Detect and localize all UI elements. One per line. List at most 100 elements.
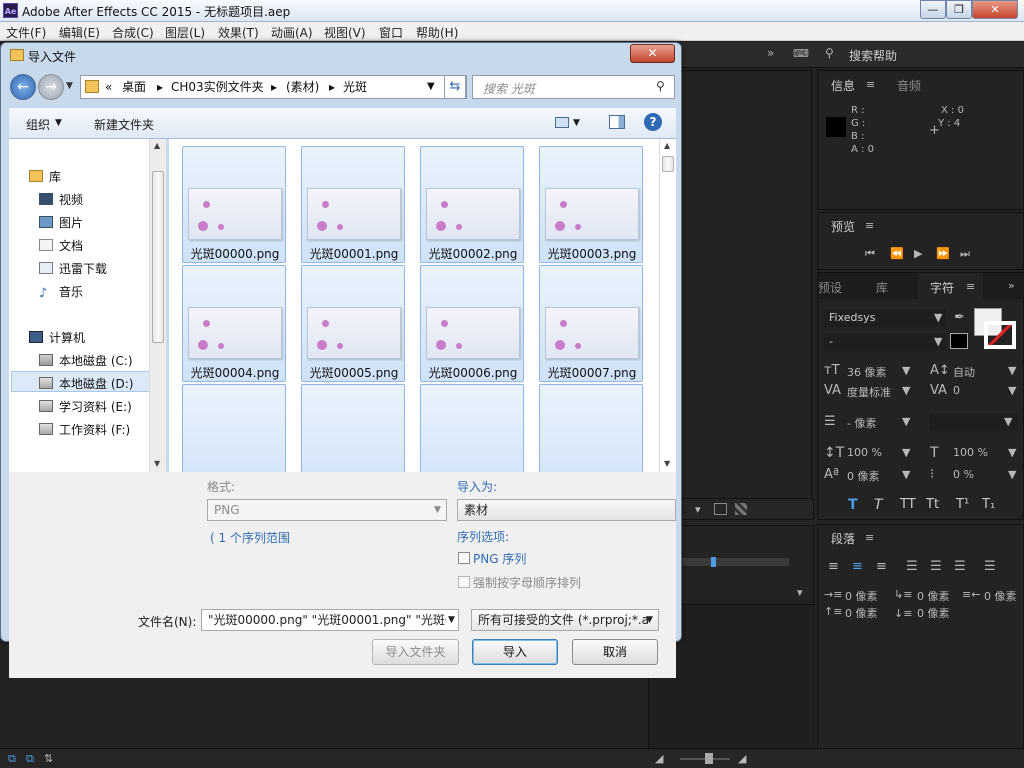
minimize-button[interactable]: — bbox=[920, 0, 946, 19]
stroke-type-select[interactable]: ▼ bbox=[930, 413, 1018, 431]
playhead[interactable] bbox=[711, 557, 716, 567]
cancel-button[interactable]: 取消 bbox=[572, 639, 658, 665]
prev-frame-icon[interactable]: ⏪ bbox=[890, 247, 904, 260]
align-left-icon[interactable]: ≡ bbox=[828, 559, 839, 574]
font-style-select[interactable]: - ▼ bbox=[824, 333, 946, 351]
file-scroll-thumb[interactable] bbox=[662, 156, 674, 172]
scroll-down-icon[interactable]: ▼ bbox=[664, 459, 670, 468]
search-input[interactable]: 搜索 光斑 ⚲ bbox=[472, 75, 675, 99]
chevron-down-icon[interactable]: ▼ bbox=[1008, 468, 1016, 481]
chevron-down-icon[interactable]: ▼ bbox=[55, 118, 62, 128]
file-item[interactable] bbox=[539, 384, 643, 472]
chevron-down-icon[interactable]: ▼ bbox=[1008, 364, 1016, 377]
breadcrumb-ch03[interactable]: CH03实例文件夹 bbox=[171, 76, 264, 98]
file-item[interactable] bbox=[182, 384, 286, 472]
scroll-up-icon[interactable]: ▲ bbox=[664, 141, 670, 150]
first-frame-icon[interactable]: ⏮ bbox=[865, 247, 875, 261]
scroll-up-icon[interactable]: ▲ bbox=[154, 141, 160, 150]
zoom-slider-handle[interactable] bbox=[705, 753, 713, 764]
justify-left-icon[interactable]: ☰ bbox=[906, 559, 918, 574]
nav-drive-f[interactable]: 工作资料 (F:) bbox=[39, 421, 130, 438]
tsume-value[interactable]: 0 % bbox=[953, 468, 974, 481]
subscript-button[interactable]: T₁ bbox=[982, 497, 995, 512]
tracking-value[interactable]: 0 bbox=[953, 384, 960, 397]
last-frame-icon[interactable]: ⏭ bbox=[960, 247, 970, 261]
menu-file[interactable]: 文件(F) bbox=[6, 24, 46, 41]
menu-layer[interactable]: 图层(L) bbox=[165, 24, 205, 41]
menu-animation[interactable]: 动画(A) bbox=[271, 24, 313, 41]
file-item[interactable]: 光斑00000.png bbox=[182, 146, 286, 263]
justify-all-icon[interactable]: ☰ bbox=[984, 559, 996, 574]
superscript-button[interactable]: T¹ bbox=[956, 497, 969, 512]
justify-center-icon[interactable]: ☰ bbox=[930, 559, 942, 574]
panel-menu-icon[interactable]: ≡ bbox=[865, 219, 874, 232]
nav-pictures[interactable]: 图片 bbox=[39, 214, 83, 231]
breadcrumb-material[interactable]: (素材) bbox=[286, 76, 319, 98]
indent-first-value[interactable]: 0 像素 bbox=[917, 588, 950, 604]
tab-info[interactable]: 信息 bbox=[831, 77, 855, 94]
dropdown-icon[interactable]: ▾ bbox=[695, 503, 701, 516]
zoom-in-icon[interactable]: ◢ bbox=[738, 752, 746, 765]
chevron-down-icon[interactable]: ▼ bbox=[1008, 446, 1016, 459]
back-button[interactable]: ← bbox=[10, 74, 36, 100]
chevron-down-icon[interactable]: ▼ bbox=[902, 384, 910, 397]
stroke-width-value[interactable]: - 像素 bbox=[847, 415, 876, 431]
indent-left-value[interactable]: 0 像素 bbox=[845, 588, 878, 604]
all-caps-button[interactable]: TT bbox=[900, 497, 916, 512]
new-folder-button[interactable]: 新建文件夹 bbox=[94, 116, 154, 133]
eyedropper-icon[interactable]: ✒ bbox=[954, 310, 965, 325]
file-item[interactable]: 光斑00007.png bbox=[539, 265, 643, 382]
menu-view[interactable]: 视图(V) bbox=[324, 24, 366, 41]
organize-button[interactable]: 组织 bbox=[26, 116, 50, 133]
nav-drive-e[interactable]: 学习资料 (E:) bbox=[39, 398, 132, 415]
gamepad-icon[interactable]: ⌨ bbox=[793, 47, 809, 60]
font-size-value[interactable]: 36 像素 bbox=[847, 364, 887, 380]
nav-music[interactable]: ♪ 音乐 bbox=[39, 283, 83, 300]
leading-value[interactable]: 自动 bbox=[953, 364, 975, 380]
file-item[interactable]: 光斑00001.png bbox=[301, 146, 405, 263]
menu-effect[interactable]: 效果(T) bbox=[218, 24, 259, 41]
breadcrumb-guangban[interactable]: 光斑 bbox=[343, 76, 367, 98]
chevron-down-icon[interactable]: ▼ bbox=[427, 76, 435, 98]
help-icon[interactable]: ? bbox=[644, 113, 662, 131]
panel-menu-icon[interactable]: ≡ bbox=[966, 280, 975, 293]
search-help-label[interactable]: 搜索帮助 bbox=[849, 47, 897, 64]
menu-help[interactable]: 帮助(H) bbox=[416, 24, 458, 41]
tab-library[interactable]: 库 bbox=[876, 279, 888, 296]
space-before-value[interactable]: 0 像素 bbox=[845, 605, 878, 621]
scroll-down-icon[interactable]: ▼ bbox=[154, 459, 160, 468]
stroke-color-swatch[interactable] bbox=[984, 321, 1016, 349]
swap-colors-icon[interactable] bbox=[950, 333, 968, 349]
play-icon[interactable]: ▶ bbox=[914, 247, 922, 260]
address-bar[interactable]: « 桌面 ▸ CH03实例文件夹 ▸ (素材) ▸ 光斑 ▼ bbox=[80, 75, 467, 99]
file-item[interactable] bbox=[301, 384, 405, 472]
nav-videos[interactable]: 视频 bbox=[39, 191, 83, 208]
import-button[interactable]: 导入 bbox=[472, 639, 558, 665]
chevron-down-icon[interactable]: ▼ bbox=[902, 415, 910, 428]
png-sequence-label[interactable]: PNG 序列 bbox=[473, 550, 526, 567]
small-caps-button[interactable]: Tt bbox=[926, 497, 939, 512]
menu-edit[interactable]: 编辑(E) bbox=[59, 24, 100, 41]
maximize-button[interactable]: ❐ bbox=[946, 0, 972, 19]
next-frame-icon[interactable]: ⏩ bbox=[936, 247, 950, 260]
horizontal-scale-value[interactable]: 100 % bbox=[953, 446, 988, 459]
indent-right-value[interactable]: 0 像素 bbox=[984, 588, 1017, 604]
nav-computer[interactable]: 计算机 bbox=[29, 329, 85, 346]
forward-button[interactable]: → bbox=[38, 74, 64, 100]
tab-audio[interactable]: 音频 bbox=[897, 77, 921, 94]
comp-flow-icon[interactable]: ⧉ bbox=[8, 752, 16, 766]
nav-scroll-thumb[interactable] bbox=[152, 171, 164, 343]
vertical-scale-value[interactable]: 100 % bbox=[847, 446, 882, 459]
file-item[interactable] bbox=[420, 384, 524, 472]
settings-icon[interactable]: ⇅ bbox=[44, 752, 53, 765]
region-icon[interactable] bbox=[714, 503, 727, 515]
chevron-down-icon[interactable]: ▼ bbox=[902, 364, 910, 377]
force-alphabetical-checkbox[interactable] bbox=[458, 576, 470, 588]
bit-depth-icon[interactable]: ⧉ bbox=[26, 752, 34, 766]
nav-library[interactable]: 库 bbox=[29, 168, 61, 185]
preview-pane-icon[interactable] bbox=[609, 115, 625, 129]
tab-presets[interactable]: 预设 bbox=[818, 279, 842, 296]
tab-character[interactable]: 字符 bbox=[930, 279, 954, 296]
file-item[interactable]: 光斑00005.png bbox=[301, 265, 405, 382]
nav-thunder-downloads[interactable]: 迅雷下载 bbox=[39, 260, 107, 277]
